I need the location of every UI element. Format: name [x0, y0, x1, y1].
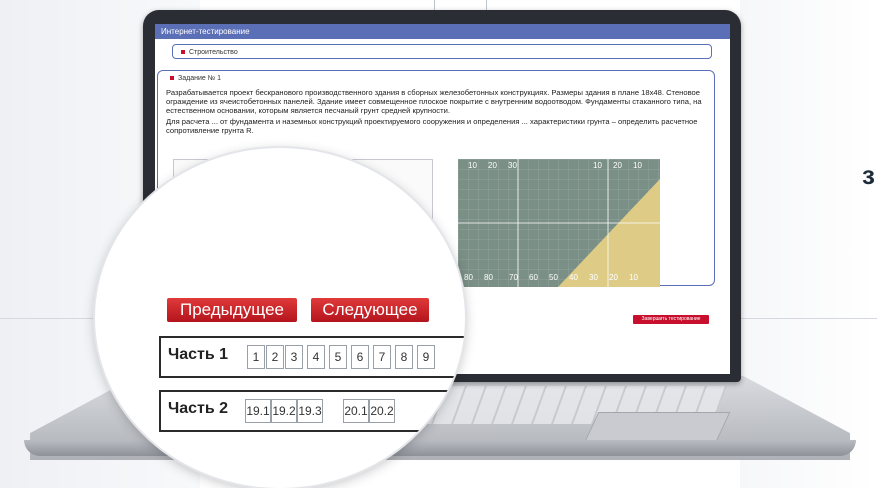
tick-label: 10	[629, 273, 638, 282]
magnifier-content: Предыдущее Следующее Часть 1 1 2 3 4 5 6…	[95, 148, 465, 488]
soil-chart-drawing	[458, 159, 660, 287]
subject-label: Строительство	[189, 49, 238, 56]
tick-label: 20	[609, 273, 618, 282]
question-link[interactable]: 19.2	[271, 399, 297, 423]
task-title: Задание № 1	[170, 75, 221, 82]
next-button[interactable]: Следующее	[311, 298, 429, 322]
bullet-icon	[181, 50, 185, 55]
question-link[interactable]: 4	[307, 345, 325, 369]
app-header: Интернет-тестирование	[155, 24, 730, 39]
task-paragraph: Для расчета ... от фундамента и наземных…	[166, 117, 698, 135]
tick-label: 10	[468, 161, 477, 170]
subject-box: Строительство	[172, 44, 712, 59]
part-2-row: Часть 2 19.1 19.2 19.3 20.1 20.2	[159, 390, 465, 432]
soil-chart: 10 20 30 10 20 10 80 80 70 60 50 40 30 2…	[458, 159, 660, 287]
tick-label: 10	[593, 161, 602, 170]
question-link[interactable]: 19.3	[297, 399, 323, 423]
part-2-label: Часть 2	[168, 400, 229, 417]
prev-button[interactable]: Предыдущее	[167, 298, 297, 322]
question-link[interactable]: 3	[285, 345, 303, 369]
question-link[interactable]: 8	[395, 345, 413, 369]
part-1-label: Часть 1	[168, 346, 229, 363]
tick-label: 80	[484, 273, 493, 282]
question-link[interactable]: 2	[266, 345, 284, 369]
tick-label: 20	[613, 161, 622, 170]
tick-label: 80	[464, 273, 473, 282]
tick-label: 10	[633, 161, 642, 170]
edge-glyph: з	[862, 160, 875, 190]
finish-test-button[interactable]: Завершить тестирование	[633, 315, 709, 324]
bullet-icon	[170, 76, 174, 81]
question-link[interactable]: 9	[417, 345, 435, 369]
task-title-text: Задание № 1	[178, 75, 222, 82]
tick-label: 50	[549, 273, 558, 282]
tick-label: 30	[589, 273, 598, 282]
part-1-row: Часть 1 1 2 3 4 5 6 7 8 9	[159, 336, 465, 378]
tick-label: 70	[509, 273, 518, 282]
magnifier-lens: Предыдущее Следующее Часть 1 1 2 3 4 5 6…	[95, 148, 465, 488]
tick-label: 40	[569, 273, 578, 282]
question-link[interactable]: 5	[329, 345, 347, 369]
tick-label: 30	[508, 161, 517, 170]
question-link[interactable]: 7	[373, 345, 391, 369]
question-link[interactable]: 6	[351, 345, 369, 369]
tick-label: 20	[488, 161, 497, 170]
question-link[interactable]: 19.1	[245, 399, 271, 423]
question-link[interactable]: 20.2	[369, 399, 395, 423]
task-text: Разрабатывается проект бескранового прои…	[166, 88, 706, 137]
task-paragraph: Разрабатывается проект бескранового прои…	[166, 88, 702, 115]
tick-label: 60	[529, 273, 538, 282]
question-link[interactable]: 1	[247, 345, 265, 369]
question-link[interactable]: 20.1	[343, 399, 369, 423]
